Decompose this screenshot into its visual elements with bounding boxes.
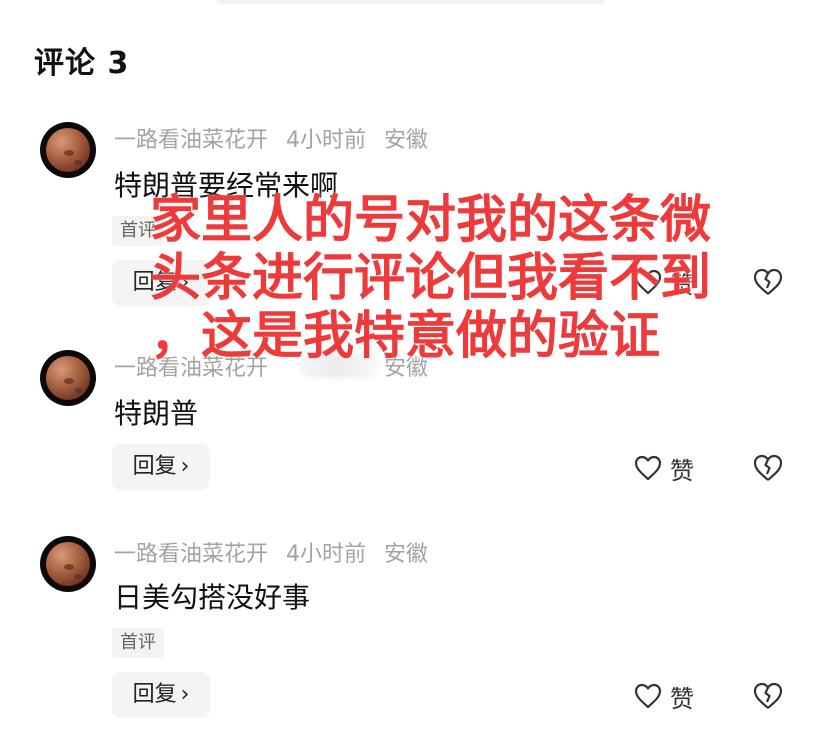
reply-button[interactable]: 回复 › <box>112 444 210 490</box>
heart-outline-icon <box>634 455 662 481</box>
username[interactable]: 一路看油菜花开 <box>114 128 268 153</box>
reply-button[interactable]: 回复 › <box>112 672 210 718</box>
chevron-right-icon: › <box>180 454 190 479</box>
reply-label: 回复 <box>132 682 177 707</box>
first-comment-tag: 首评 <box>112 628 164 658</box>
avatar[interactable] <box>40 536 96 592</box>
top-search-pill <box>216 0 606 4</box>
chevron-right-icon: › <box>180 682 190 707</box>
like-label: 赞 <box>670 456 694 485</box>
comment-text: 特朗普 <box>114 397 199 430</box>
comment-meta: 一路看油菜花开 4小时前 安徽 <box>114 122 446 154</box>
broken-heart-icon[interactable] <box>752 680 784 712</box>
heart-outline-icon <box>634 683 662 709</box>
comment-text: 日美勾搭没好事 <box>114 581 311 614</box>
broken-heart-icon[interactable] <box>752 452 784 484</box>
avatar[interactable] <box>40 122 96 178</box>
location: 安徽 <box>384 542 429 567</box>
like-button[interactable]: 赞 <box>634 676 694 716</box>
avatar[interactable] <box>40 350 96 406</box>
like-button[interactable]: 赞 <box>634 448 694 488</box>
annotation-overlay: 家里人的号对我的这条微 头条进行评论但我看不到 ，这是我特意做的验证 <box>150 191 712 366</box>
timestamp: 4小时前 <box>286 542 367 567</box>
like-label: 赞 <box>670 684 694 713</box>
comments-title: 评论 3 <box>34 46 130 81</box>
username[interactable]: 一路看油菜花开 <box>114 542 268 567</box>
location: 安徽 <box>384 128 429 153</box>
timestamp: 4小时前 <box>286 128 367 153</box>
reply-label: 回复 <box>132 454 177 479</box>
comment-meta: 一路看油菜花开 4小时前 安徽 <box>114 536 446 568</box>
